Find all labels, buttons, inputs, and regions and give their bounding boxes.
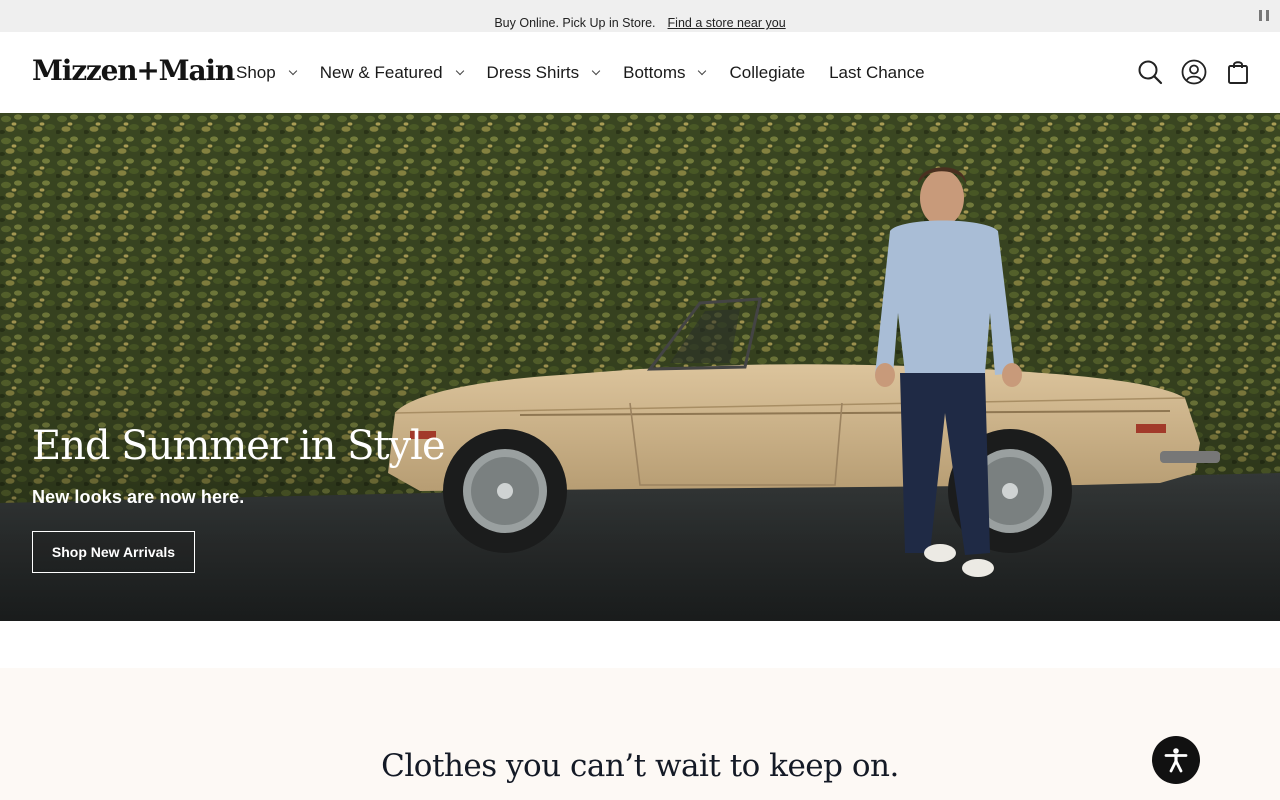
nav-bottoms[interactable]: Bottoms [623,62,707,83]
shop-new-arrivals-button[interactable]: Shop New Arrivals [32,531,195,573]
hero-banner: End Summer in Style New looks are now he… [0,113,1280,621]
nav-dress-shirts[interactable]: Dress Shirts [486,62,601,83]
hero-subtitle: New looks are now here. [32,487,245,507]
nav-new-featured-label: New & Featured [319,62,443,82]
chevron-down-icon [288,66,297,75]
nav-collegiate[interactable]: Collegiate [729,63,805,83]
nav-last-chance-label: Last Chance [829,62,925,82]
accessibility-button[interactable] [1152,736,1200,784]
search-icon[interactable] [1136,58,1164,86]
chevron-down-icon [455,66,464,75]
find-store-link[interactable]: Find a store near you [668,16,786,30]
cart-icon[interactable] [1224,58,1252,86]
nav-shop-label: Shop [236,62,276,82]
logo[interactable]: Mizzen+Main [32,54,235,87]
main-nav: Shop New & Featured Dress Shirts Bottoms… [236,32,949,113]
nav-new-featured[interactable]: New & Featured [319,62,464,83]
chevron-down-icon [698,66,707,75]
section-spacer [0,621,1280,668]
announcement-message: Buy Online. Pick Up in Store. [494,16,656,30]
account-icon[interactable] [1180,58,1208,86]
hero-title: End Summer in Style [32,423,446,469]
pause-icon[interactable] [1259,10,1269,22]
nav-collegiate-label: Collegiate [729,62,806,82]
accessibility-icon [1164,748,1188,773]
chevron-down-icon [591,66,601,75]
announcement-bar: Buy Online. Pick Up in Store. Find a sto… [0,0,1280,32]
nav-last-chance[interactable]: Last Chance [829,63,924,83]
intro-section: Clothes you can’t wait to keep on. [0,668,1280,800]
nav-shop[interactable]: Shop [236,62,297,83]
nav-bottoms-label: Bottoms [623,62,686,82]
section-title: Clothes you can’t wait to keep on. [381,748,899,784]
nav-dress-shirts-label: Dress Shirts [486,62,580,82]
header-icons [1120,58,1252,86]
site-header: Mizzen+Main Shop New & Featured Dress Sh… [0,32,1280,113]
